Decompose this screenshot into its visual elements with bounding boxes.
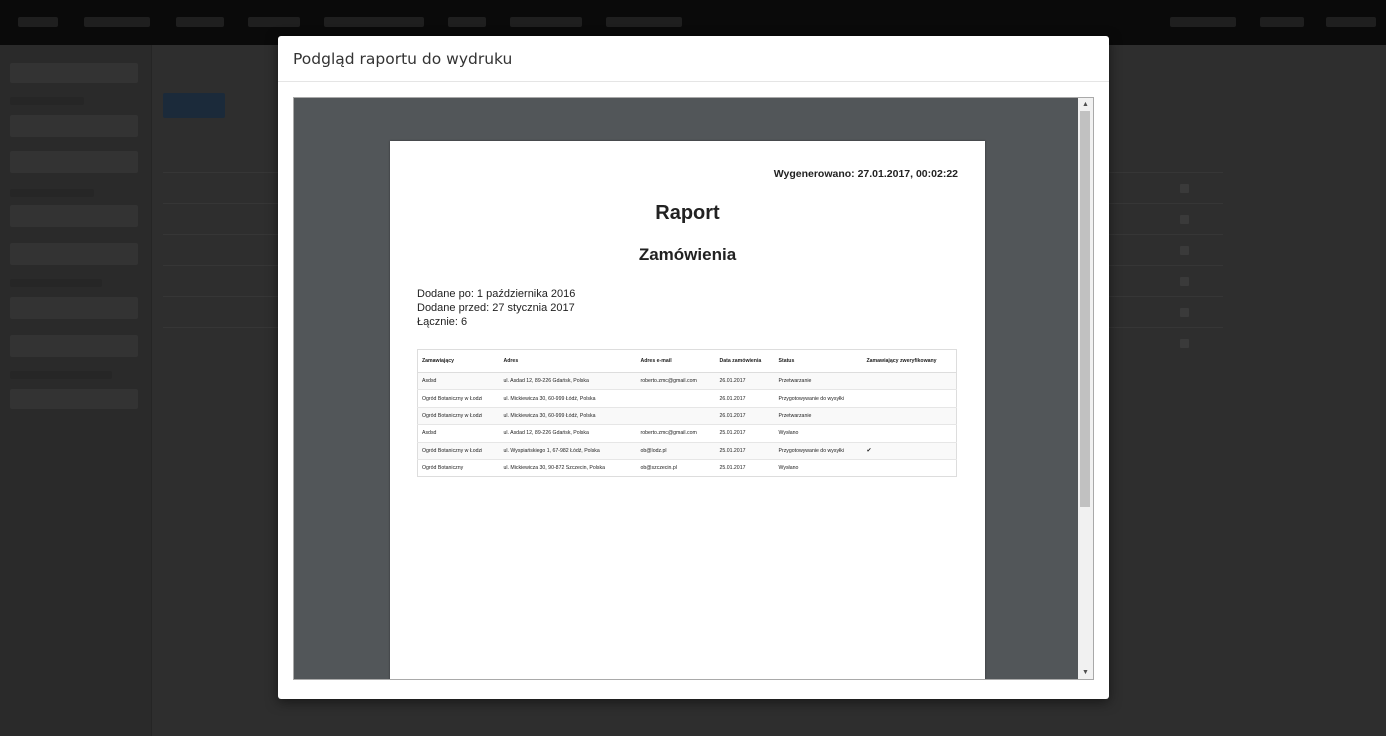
modal-header: Podgląd raportu do wydruku bbox=[278, 36, 1109, 82]
cell-date: 26.01.2017 bbox=[715, 371, 775, 390]
added-after-text: Dodane po: 1 października 2016 bbox=[417, 288, 576, 300]
background-action-icon bbox=[1180, 246, 1189, 255]
column-header-verified: Zamawiający zweryfikowany bbox=[862, 349, 957, 373]
cell-address: ul. Mickiewicza 30, 90-872 Szczecin, Pol… bbox=[499, 458, 637, 477]
background-block bbox=[10, 243, 138, 265]
scroll-up-icon[interactable]: ▲ bbox=[1078, 98, 1093, 111]
cell-address: ul. Asdad 12, 89-226 Gdańsk, Polska bbox=[499, 371, 637, 390]
background-sidebar bbox=[0, 45, 152, 736]
background-nav-item bbox=[18, 17, 58, 27]
viewer-scrollbar[interactable]: ▲ ▼ bbox=[1078, 98, 1093, 679]
background-nav-item bbox=[248, 17, 300, 27]
background-block bbox=[10, 279, 102, 287]
background-block bbox=[10, 297, 138, 319]
cell-date: 26.01.2017 bbox=[715, 389, 775, 408]
table-row: Ogród Botaniczny w Łodzi ul. Mickiewicza… bbox=[417, 389, 957, 408]
cell-client: Asdsd bbox=[417, 371, 500, 390]
column-header-status: Status bbox=[774, 349, 863, 373]
cell-email bbox=[636, 389, 716, 408]
column-header-email: Adres e-mail bbox=[636, 349, 716, 373]
column-header-date: Data zamówienia bbox=[715, 349, 775, 373]
cell-verified bbox=[862, 389, 957, 408]
background-block bbox=[10, 371, 112, 379]
background-nav-item bbox=[176, 17, 224, 27]
background-action-icon bbox=[1180, 184, 1189, 193]
cell-address: ul. Wyspiańskiego 1, 67-982 Łódź, Polska bbox=[499, 441, 637, 460]
cell-verified bbox=[862, 424, 957, 443]
orders-table: Zamawiający Adres Adres e-mail Data zamó… bbox=[417, 349, 957, 478]
cell-email: roberto.zmc@gmail.com bbox=[636, 371, 716, 390]
report-filters: Dodane po: 1 października 2016 Dodane pr… bbox=[417, 287, 575, 329]
cell-client: Ogród Botaniczny w Łodzi bbox=[417, 389, 500, 408]
cell-status: Przetwarzanie bbox=[774, 371, 863, 390]
modal-title: Podgląd raportu do wydruku bbox=[293, 50, 513, 68]
cell-status: Wysłano bbox=[774, 424, 863, 443]
table-row: Ogród Botaniczny w Łodzi ul. Mickiewicza… bbox=[417, 406, 957, 425]
background-nav-item bbox=[1326, 17, 1376, 27]
cell-address: ul. Mickiewicza 30, 60-999 Łódź, Polska bbox=[499, 389, 637, 408]
background-block bbox=[10, 151, 138, 173]
background-nav-item bbox=[84, 17, 150, 27]
background-block bbox=[10, 63, 138, 83]
background-block bbox=[10, 335, 138, 357]
table-row: Asdsd ul. Asdad 12, 89-226 Gdańsk, Polsk… bbox=[417, 424, 957, 443]
column-header-address: Adres bbox=[499, 349, 637, 373]
cell-status: Przygotowywanie do wysyłki bbox=[774, 441, 863, 460]
table-row: Asdsd ul. Asdad 12, 89-226 Gdańsk, Polsk… bbox=[417, 371, 957, 390]
cell-status: Przygotowywanie do wysyłki bbox=[774, 389, 863, 408]
background-nav-item bbox=[1170, 17, 1236, 27]
cell-client: Ogród Botaniczny w Łodzi bbox=[417, 441, 500, 460]
column-header-client: Zamawiający bbox=[417, 349, 500, 373]
cell-status: Wysłano bbox=[774, 458, 863, 477]
background-block bbox=[10, 205, 138, 227]
background-block bbox=[10, 389, 138, 409]
cell-verified bbox=[862, 406, 957, 425]
cell-verified bbox=[862, 458, 957, 477]
check-icon: ✔ bbox=[862, 441, 957, 460]
background-action-icon bbox=[1180, 277, 1189, 286]
cell-email: roberto.zmc@gmail.com bbox=[636, 424, 716, 443]
background-block bbox=[10, 97, 84, 105]
report-subtitle: Zamówienia bbox=[638, 245, 737, 264]
cell-address: ul. Asdad 12, 89-226 Gdańsk, Polska bbox=[499, 424, 637, 443]
cell-date: 25.01.2017 bbox=[715, 458, 775, 477]
cell-client: Asdsd bbox=[417, 424, 500, 443]
table-row: Ogród Botaniczny w Łodzi ul. Wyspiańskie… bbox=[417, 441, 957, 460]
background-block bbox=[10, 115, 138, 137]
background-nav-item bbox=[1260, 17, 1304, 27]
background-block bbox=[10, 189, 94, 197]
table-header-row: Zamawiający Adres Adres e-mail Data zamó… bbox=[417, 349, 957, 373]
report-title: Raport bbox=[655, 202, 720, 224]
cell-email bbox=[636, 406, 716, 425]
cell-client: Ogród Botaniczny bbox=[417, 458, 500, 477]
table-row: Ogród Botaniczny ul. Mickiewicza 30, 90-… bbox=[417, 458, 957, 477]
background-nav-item bbox=[324, 17, 424, 27]
background-action-icon bbox=[1180, 339, 1189, 348]
background-nav-item bbox=[510, 17, 582, 27]
pdf-viewer[interactable]: Wygenerowano: 27.01.2017, 00:02:22 Rapor… bbox=[293, 97, 1094, 680]
cell-date: 25.01.2017 bbox=[715, 441, 775, 460]
background-nav-item bbox=[448, 17, 486, 27]
total-count-text: Łącznie: 6 bbox=[417, 316, 468, 328]
cell-client: Ogród Botaniczny w Łodzi bbox=[417, 406, 500, 425]
cell-email: ob@szczecin.pl bbox=[636, 458, 716, 477]
print-preview-modal: Podgląd raportu do wydruku Wygenerowano:… bbox=[278, 36, 1109, 699]
cell-status: Przetwarzanie bbox=[774, 406, 863, 425]
cell-date: 25.01.2017 bbox=[715, 424, 775, 443]
cell-email: ob@lodz.pl bbox=[636, 441, 716, 460]
cell-date: 26.01.2017 bbox=[715, 406, 775, 425]
background-action-icon bbox=[1180, 215, 1189, 224]
background-action-icon bbox=[1180, 308, 1189, 317]
cell-verified bbox=[862, 371, 957, 390]
background-nav-item bbox=[606, 17, 682, 27]
background-button bbox=[163, 93, 225, 118]
scroll-thumb[interactable] bbox=[1080, 111, 1090, 507]
generated-timestamp: Wygenerowano: 27.01.2017, 00:02:22 bbox=[773, 168, 958, 180]
report-page: Wygenerowano: 27.01.2017, 00:02:22 Rapor… bbox=[390, 141, 985, 679]
added-before-text: Dodane przed: 27 stycznia 2017 bbox=[417, 302, 575, 314]
scroll-down-icon[interactable]: ▼ bbox=[1078, 666, 1093, 679]
cell-address: ul. Mickiewicza 30, 60-999 Łódź, Polska bbox=[499, 406, 637, 425]
